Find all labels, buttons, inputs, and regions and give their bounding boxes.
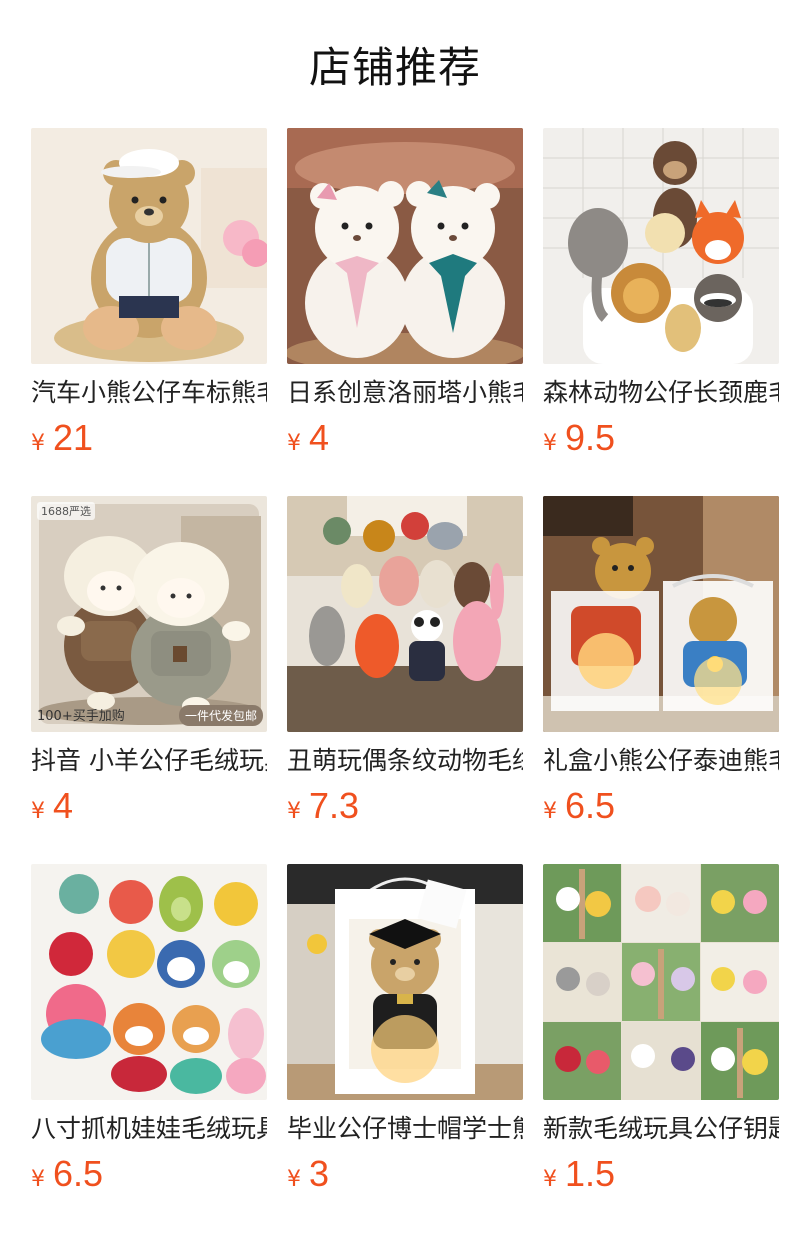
price-value: 3 [309, 1153, 330, 1194]
product-image[interactable] [31, 864, 267, 1100]
product-price: ¥6.5 [543, 786, 615, 826]
currency-symbol: ¥ [543, 1167, 557, 1192]
product-price: ¥3 [287, 1154, 329, 1194]
product-image[interactable] [287, 496, 523, 732]
price-value: 1.5 [565, 1153, 616, 1194]
product-price: ¥1.5 [543, 1154, 615, 1194]
product-card[interactable]: 八寸抓机娃娃毛绒玩具 ¥6.5 [31, 864, 267, 1194]
price-value: 4 [309, 417, 330, 458]
currency-symbol: ¥ [31, 1167, 45, 1192]
price-value: 4 [53, 785, 74, 826]
currency-symbol: ¥ [287, 431, 301, 456]
currency-symbol: ¥ [543, 431, 557, 456]
product-image[interactable]: 1688严选 100+买手加购 一件代发包邮 [31, 496, 267, 732]
product-name[interactable]: 汽车小熊公仔车标熊毛绒玩具 [31, 376, 267, 410]
product-price: ¥7.3 [287, 786, 359, 826]
price-value: 6.5 [565, 785, 616, 826]
product-name[interactable]: 八寸抓机娃娃毛绒玩具 [31, 1112, 267, 1146]
currency-symbol: ¥ [31, 799, 45, 824]
product-name[interactable]: 礼盒小熊公仔泰迪熊毛绒玩具 [543, 744, 779, 778]
product-name[interactable]: 丑萌玩偶条纹动物毛绒玩具 [287, 744, 523, 778]
product-image[interactable] [543, 128, 779, 364]
currency-symbol: ¥ [287, 799, 301, 824]
product-price: ¥9.5 [543, 418, 615, 458]
product-card[interactable]: 丑萌玩偶条纹动物毛绒玩具 ¥7.3 [287, 496, 523, 826]
product-image[interactable] [31, 128, 267, 364]
product-price: ¥6.5 [31, 1154, 103, 1194]
currency-symbol: ¥ [287, 1167, 301, 1192]
price-value: 7.3 [309, 785, 360, 826]
product-card[interactable]: 毕业公仔博士帽学士熊毛绒玩具 ¥3 [287, 864, 523, 1194]
page-title: 店铺推荐 [308, 43, 481, 92]
product-name[interactable]: 抖音 小羊公仔毛绒玩具 [31, 744, 267, 778]
product-image[interactable] [287, 864, 523, 1100]
price-value: 21 [53, 417, 94, 458]
currency-symbol: ¥ [31, 431, 45, 456]
product-card[interactable]: 森林动物公仔长颈鹿毛绒玩具 ¥9.5 [543, 128, 779, 458]
product-price: ¥4 [31, 786, 73, 826]
buyers-badge: 100+买手加购 [37, 709, 125, 724]
price-value: 9.5 [565, 417, 616, 458]
product-card[interactable]: 礼盒小熊公仔泰迪熊毛绒玩具 ¥6.5 [543, 496, 779, 826]
product-name[interactable]: 新款毛绒玩具公仔钥匙扣 [543, 1112, 779, 1146]
product-card[interactable]: 汽车小熊公仔车标熊毛绒玩具 ¥21 [31, 128, 267, 458]
selection-badge: 1688严选 [37, 502, 95, 520]
product-price: ¥21 [31, 418, 93, 458]
product-card[interactable]: 新款毛绒玩具公仔钥匙扣 ¥1.5 [543, 864, 779, 1194]
product-price: ¥4 [287, 418, 329, 458]
product-card[interactable]: 1688严选 100+买手加购 一件代发包邮 抖音 小羊公仔毛绒玩具 ¥4 [31, 496, 267, 826]
product-name[interactable]: 日系创意洛丽塔小熊毛绒玩具 [287, 376, 523, 410]
product-card[interactable]: 日系创意洛丽塔小熊毛绒玩具 ¥4 [287, 128, 523, 458]
currency-symbol: ¥ [543, 799, 557, 824]
product-image[interactable] [287, 128, 523, 364]
price-value: 6.5 [53, 1153, 104, 1194]
dropship-badge: 一件代发包邮 [178, 705, 263, 726]
product-image[interactable] [543, 864, 779, 1100]
product-image[interactable] [543, 496, 779, 732]
product-name[interactable]: 毕业公仔博士帽学士熊毛绒玩具 [287, 1112, 523, 1146]
product-name[interactable]: 森林动物公仔长颈鹿毛绒玩具 [543, 376, 779, 410]
